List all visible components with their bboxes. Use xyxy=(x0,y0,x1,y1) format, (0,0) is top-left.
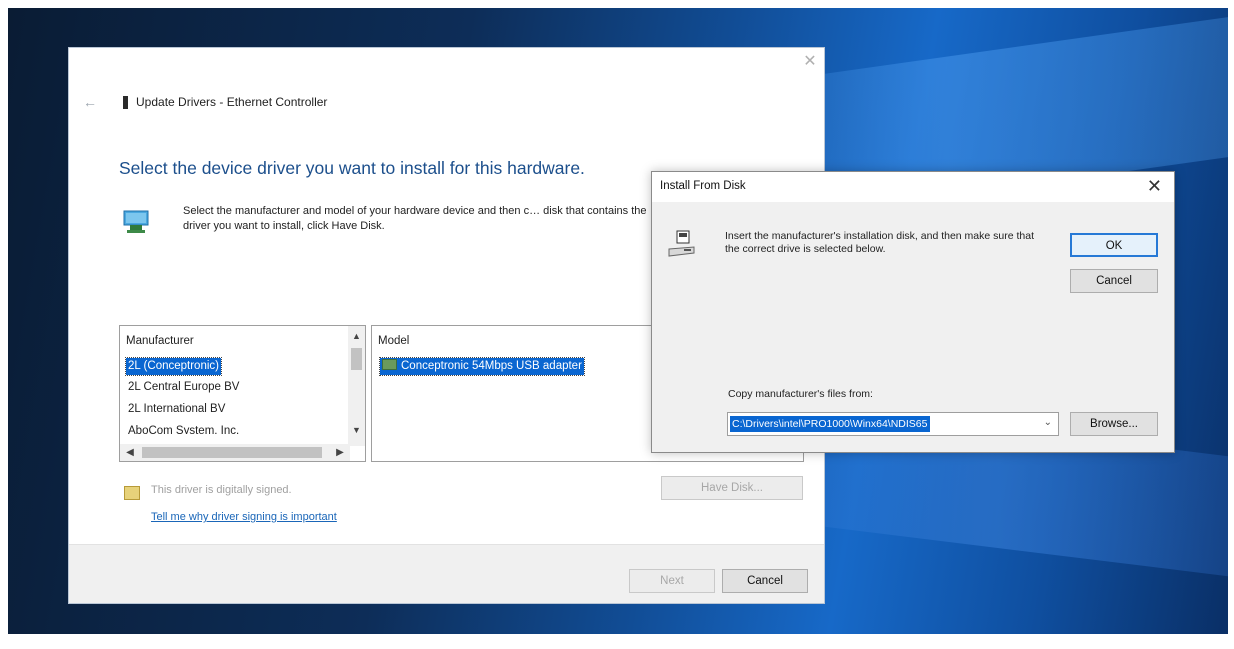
browse-button[interactable]: Browse... xyxy=(1070,412,1158,436)
ok-button[interactable]: OK xyxy=(1070,233,1158,257)
install-from-disk-dialog: Install From Disk ✕ Insert the manufactu… xyxy=(651,171,1175,453)
device-title-icon xyxy=(123,96,128,109)
cancel-button[interactable]: Cancel xyxy=(722,569,808,593)
certificate-icon xyxy=(124,486,140,500)
list-item[interactable]: 2L Central Europe BV xyxy=(126,379,241,396)
model-header: Model xyxy=(378,335,410,347)
page-headline: Select the device driver you want to ins… xyxy=(119,158,585,178)
dialog-message: Insert the manufacturer's installation d… xyxy=(725,230,1035,255)
window-title: Update Drivers - Ethernet Controller xyxy=(136,95,328,109)
dialog-cancel-button[interactable]: Cancel xyxy=(1070,269,1158,293)
list-item[interactable]: 2L International BV xyxy=(126,401,227,418)
list-item[interactable]: 2L (Conceptronic) xyxy=(125,357,222,376)
close-icon[interactable]: ✕ xyxy=(1147,177,1162,195)
scroll-up-icon[interactable]: ▲ xyxy=(348,328,365,344)
path-value[interactable]: C:\Drivers\intel\PRO1000\Winx64\NDIS65 xyxy=(730,416,930,432)
dialog-title: Install From Disk xyxy=(660,180,746,192)
manufacturer-header: Manufacturer xyxy=(126,335,194,347)
chevron-down-icon[interactable]: ⌄ xyxy=(1044,417,1052,428)
scroll-thumb[interactable] xyxy=(351,348,362,370)
next-button[interactable]: Next xyxy=(629,569,715,593)
list-item[interactable]: Conceptronic 54Mbps USB adapter xyxy=(379,357,585,376)
copy-from-label: Copy manufacturer's files from: xyxy=(728,388,873,400)
manufacturer-list[interactable]: Manufacturer 2L (Conceptronic) 2L Centra… xyxy=(119,325,366,462)
vertical-scrollbar[interactable]: ▲ ▼ xyxy=(348,326,365,446)
dialog-titlebar: Install From Disk ✕ xyxy=(652,172,1174,202)
driver-model-icon xyxy=(382,359,397,370)
model-item-label: Conceptronic 54Mbps USB adapter xyxy=(401,360,582,372)
list-item[interactable]: AboCom System, Inc. xyxy=(126,423,241,434)
scroll-right-icon[interactable]: ▶ xyxy=(332,444,348,461)
driver-signing-link[interactable]: Tell me why driver signing is important xyxy=(151,511,337,523)
back-arrow-icon[interactable]: ← xyxy=(83,94,97,110)
scroll-left-icon[interactable]: ◀ xyxy=(122,444,138,461)
horizontal-scrollbar[interactable]: ◀ ▶ xyxy=(120,444,350,461)
scroll-down-icon[interactable]: ▼ xyxy=(348,422,365,438)
scroll-thumb[interactable] xyxy=(142,447,322,458)
path-combobox[interactable]: C:\Drivers\intel\PRO1000\Winx64\NDIS65 ⌄ xyxy=(727,412,1059,436)
network-hardware-icon xyxy=(123,210,149,233)
instructions-text: Select the manufacturer and model of you… xyxy=(183,205,647,232)
close-icon[interactable]: ✕ xyxy=(802,54,818,70)
have-disk-button[interactable]: Have Disk... xyxy=(661,476,803,500)
disk-drive-icon xyxy=(668,230,695,257)
signed-status-text: This driver is digitally signed. xyxy=(151,484,292,496)
